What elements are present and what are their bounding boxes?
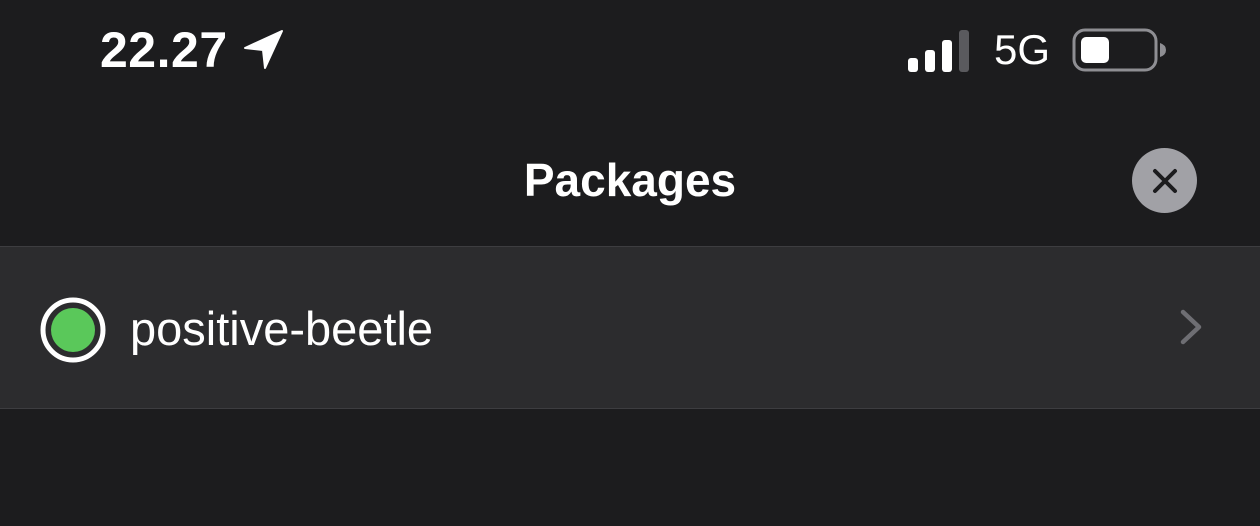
packages-screen: 22.27 5G Packages positive-beetle [0, 0, 1260, 526]
list-bottom-divider [0, 408, 1260, 409]
status-left: 22.27 [100, 22, 284, 78]
close-icon [1152, 168, 1177, 193]
battery-icon [1072, 28, 1166, 72]
status-bar: 22.27 5G [0, 0, 1260, 100]
page-title: Packages [523, 154, 737, 206]
nav-bar: Packages [0, 100, 1260, 246]
chevron-right-icon [1180, 309, 1202, 345]
cellular-signal-icon [907, 30, 969, 72]
status-time: 22.27 [100, 22, 228, 78]
package-row-positive-beetle[interactable]: positive-beetle [0, 247, 1260, 408]
package-name: positive-beetle [130, 302, 434, 355]
location-arrow-icon [243, 30, 283, 69]
status-dot-icon [40, 297, 106, 363]
status-right: 5G [906, 26, 1168, 74]
network-type: 5G [993, 26, 1050, 73]
close-button[interactable] [1132, 148, 1197, 213]
